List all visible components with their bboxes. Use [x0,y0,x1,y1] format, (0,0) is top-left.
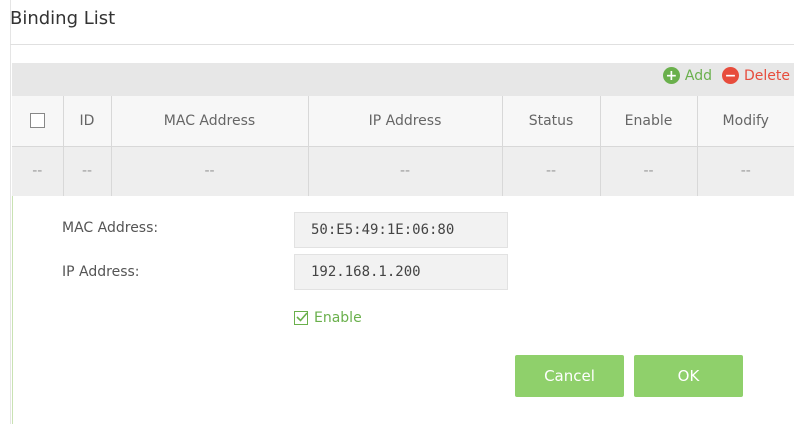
ok-button[interactable]: OK [634,355,743,397]
header-id: ID [62,96,111,146]
header-status: Status [501,96,600,146]
checkmark-icon [294,311,308,325]
table-row: -- -- -- -- -- -- -- [12,146,794,196]
table-cell: -- [696,146,794,196]
table-header-row: ID MAC Address IP Address Status Enable … [12,96,794,146]
header-modify: Modify [696,96,794,146]
delete-label: Delete [744,67,790,84]
ip-address-label: IP Address: [62,264,140,280]
plus-icon: + [662,67,680,84]
binding-table: ID MAC Address IP Address Status Enable … [12,96,794,196]
delete-button[interactable]: − Delete [722,67,790,84]
add-label: Add [684,67,712,84]
add-button[interactable]: + Add [662,67,712,84]
select-all-cell[interactable] [12,96,63,146]
table-toolbar: + Add − Delete [12,63,794,96]
table-cell: -- [599,146,697,196]
title-divider [10,44,794,45]
select-all-checkbox[interactable] [29,113,45,129]
table-cell: -- [110,146,308,196]
toolbar-actions: + Add − Delete [653,67,790,84]
header-enable: Enable [599,96,697,146]
table-cell: -- [32,163,43,180]
mac-address-label: MAC Address: [62,220,159,236]
minus-icon: − [722,67,739,84]
mac-address-field[interactable]: 50:E5:49:1E:06:80 [294,212,508,248]
enable-checkbox[interactable]: Enable [294,310,362,326]
page-title: Binding List [10,8,116,29]
table-cell: -- [307,146,502,196]
left-border [10,0,11,424]
header-mac-address: MAC Address [110,96,308,146]
cancel-button[interactable]: Cancel [515,355,624,397]
header-ip-address: IP Address [307,96,502,146]
enable-label: Enable [314,310,362,326]
table-cell: -- [62,146,111,196]
ip-address-field[interactable]: 192.168.1.200 [294,254,508,290]
table-cell: -- [501,146,600,196]
